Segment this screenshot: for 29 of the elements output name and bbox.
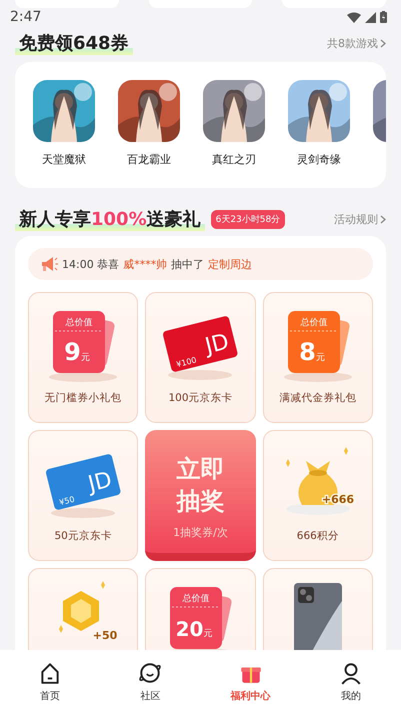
notice-text: 14:00 恭喜 <box>62 256 120 272</box>
game-name[interactable]: 灵剑奇缘 <box>297 152 341 167</box>
game-name[interactable]: 百龙霸业 <box>127 152 171 167</box>
game-name[interactable]: 真红之刃 <box>212 152 256 167</box>
section-title: 免费领648券 <box>15 31 133 55</box>
battery-icon <box>380 11 387 23</box>
prize-label: 666积分 <box>296 529 339 543</box>
nav-tab[interactable]: 福利中心 <box>200 650 301 713</box>
notice-highlight: 威****帅 <box>123 256 168 272</box>
megaphone-icon <box>40 255 58 273</box>
wifi-icon <box>347 12 361 22</box>
chevron-icon <box>380 214 386 224</box>
section-title: 新人专享100%送豪礼 <box>15 207 205 231</box>
nav-tab[interactable]: 社区 <box>100 650 200 713</box>
status-time: 2:47 <box>10 9 42 25</box>
countdown-badge: 6天23小时58分 <box>210 210 286 228</box>
prize-label: 满减代金券礼包 <box>279 391 356 405</box>
notice-text: 抽中了 <box>171 256 204 272</box>
game-name[interactable]: 天堂魔狱 <box>42 152 86 167</box>
prize-label: 无门槛券小礼包 <box>44 391 122 405</box>
prize-label: 50元京东卡 <box>54 529 112 543</box>
notice-highlight: 定制周边 <box>208 256 252 272</box>
person-icon <box>338 660 363 684</box>
signal-icon <box>365 12 376 22</box>
nav-tab[interactable]: 我的 <box>300 650 401 713</box>
planet-icon <box>138 660 162 684</box>
prize-label: 100元京东卡 <box>168 391 233 405</box>
nav-tab[interactable]: 首页 <box>0 650 100 713</box>
chevron-icon <box>380 38 386 48</box>
